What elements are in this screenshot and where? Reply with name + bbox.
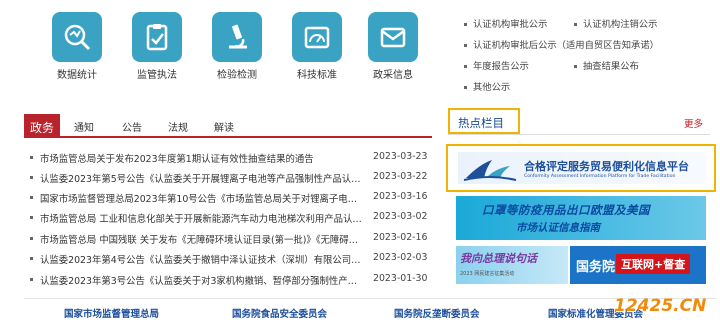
- news-tabs: 政务 通知 公告 法规 解读: [24, 114, 432, 138]
- news-item[interactable]: 认监委2023年第3号公告《认监委关于对3家机构撤销、暂停部分强制性产品认...…: [30, 273, 430, 287]
- icon-tile-supervision[interactable]: [132, 12, 182, 62]
- tab-government[interactable]: 政务: [24, 114, 61, 138]
- icon-tile-standards[interactable]: [292, 12, 342, 62]
- link-annual-report[interactable]: 年度报告公示: [464, 58, 529, 72]
- news-date: 2023-03-02: [373, 211, 428, 222]
- bullet-dot: [464, 44, 467, 47]
- news-title[interactable]: 市场监管总局 中国残联 关于发布《无障碍环境认证目录(第一批)》《无障碍环...: [40, 232, 366, 246]
- icon-tile-data-statistics[interactable]: [52, 12, 102, 62]
- bullet-dot: [30, 156, 33, 159]
- news-date: 2023-03-22: [373, 171, 428, 182]
- watermark: 12425.CN: [614, 296, 707, 316]
- platform-logo-icon: [463, 160, 517, 181]
- export-guide-banner[interactable]: 口罩等防疫用品出口欧盟及美国 市场认证信息指南: [456, 196, 706, 240]
- tab-announcement[interactable]: 公告: [122, 119, 142, 134]
- news-title[interactable]: 认监委2023年第3号公告《认监委关于对3家机构撤销、暂停部分强制性产品认...: [40, 273, 366, 287]
- icon-label-procurement[interactable]: 政采信息: [373, 66, 413, 81]
- news-date: 2023-02-16: [373, 232, 428, 243]
- icon-label-supervision[interactable]: 监管执法: [137, 66, 177, 81]
- link-spot-check[interactable]: 抽查结果公布: [574, 58, 639, 72]
- bullet-dot: [30, 216, 33, 219]
- tab-regulation[interactable]: 法规: [168, 119, 188, 134]
- bullet-dot: [464, 65, 467, 68]
- tab-notice[interactable]: 通知: [74, 119, 94, 134]
- link-label: 认证机构审批后公示（适用自贸区告知承诺）: [473, 40, 659, 51]
- news-title[interactable]: 国家市场监督管理总局2023年第10号公告《市场监管总局关于对锂离子电池等...: [40, 191, 366, 205]
- more-link[interactable]: 更多: [684, 116, 703, 130]
- news-title[interactable]: 认监委2023年第4号公告《认监委关于撤销中泽认证技术（深圳）有限公司等1...: [40, 252, 366, 266]
- link-label: 认证机构审批公示: [473, 19, 548, 30]
- bullet-dot: [574, 65, 577, 68]
- news-item[interactable]: 市场监管总局 工业和信息化部关于开展新能源汽车动力电池梯次利用产品认证... 20…: [30, 211, 430, 225]
- bullet-dot: [30, 278, 33, 281]
- link-cert-post-approval[interactable]: 认证机构审批后公示（适用自贸区告知承诺）: [464, 37, 659, 51]
- icon-label-inspection[interactable]: 检验检测: [217, 66, 257, 81]
- trade-facilitation-banner[interactable]: 合格评定服务贸易便利化信息平台 Conformity Assessment In…: [446, 144, 716, 192]
- gauge-icon: [304, 26, 330, 49]
- data-statistics-icon: [64, 24, 91, 51]
- news-item[interactable]: 国家市场监督管理总局2023年第10号公告《市场监管总局关于对锂离子电池等...…: [30, 191, 430, 205]
- tab-interpretation[interactable]: 解读: [214, 119, 234, 134]
- news-date: 2023-02-03: [373, 252, 428, 263]
- bullet-dot: [30, 196, 33, 199]
- state-council-banner[interactable]: 国务院 互联网+督查: [570, 246, 706, 284]
- bullet-dot: [464, 23, 467, 26]
- link-other[interactable]: 其他公示: [464, 79, 510, 93]
- news-item[interactable]: 市场监管总局 中国残联 关于发布《无障碍环境认证目录(第一批)》《无障碍环...…: [30, 232, 430, 246]
- news-item[interactable]: 认监委2023年第5号公告《认监委关于开展锂离子电池等产品强制性产品认证... 2…: [30, 171, 430, 185]
- news-item[interactable]: 认监委2023年第4号公告《认监委关于撤销中泽认证技术（深圳）有限公司等1...…: [30, 252, 430, 266]
- news-date: 2023-01-30: [373, 273, 428, 284]
- clipboard-check-icon: [146, 24, 168, 51]
- divider: [448, 134, 710, 135]
- link-cert-cancel[interactable]: 认证机构注销公示: [574, 16, 657, 30]
- footer-link-antimonopoly[interactable]: 国务院反垄断委员会: [394, 306, 480, 320]
- bullet-dot: [30, 237, 33, 240]
- footer-link-samr[interactable]: 国家市场监督管理总局: [64, 306, 159, 320]
- news-item[interactable]: 市场监管总局关于发布2023年度第1期认证有效性抽查结果的通告 2023-03-2…: [30, 151, 430, 165]
- news-date: 2023-03-23: [373, 151, 428, 162]
- banner-badge: 互联网+督查: [616, 254, 691, 274]
- icon-tile-procurement[interactable]: [368, 12, 418, 62]
- banner-background: 合格评定服务贸易便利化信息平台 Conformity Assessment In…: [458, 152, 706, 184]
- icon-label-standards[interactable]: 科技标准: [297, 66, 337, 81]
- banner-subtitle: 2023 网民建言征集活动: [460, 271, 515, 277]
- link-label: 认证机构注销公示: [583, 19, 658, 30]
- microscope-icon: [229, 24, 247, 49]
- premier-message-banner[interactable]: 我向总理说句话 2023 网民建言征集活动: [456, 246, 568, 284]
- news-title[interactable]: 认监委2023年第5号公告《认监委关于开展锂离子电池等产品强制性产品认证...: [40, 171, 366, 185]
- banner-subtitle: 市场认证信息指南: [516, 222, 600, 234]
- bullet-dot: [464, 86, 467, 89]
- icon-tile-inspection[interactable]: [212, 12, 262, 62]
- news-date: 2023-03-16: [373, 191, 428, 202]
- footer-link-food-safety[interactable]: 国务院食品安全委员会: [232, 306, 327, 320]
- banner-subtitle: Conformity Assessment Information Platfo…: [524, 174, 676, 179]
- link-label: 抽查结果公布: [583, 61, 639, 72]
- banner-title: 合格评定服务贸易便利化信息平台: [524, 160, 689, 173]
- news-title[interactable]: 市场监管总局 工业和信息化部关于开展新能源汽车动力电池梯次利用产品认证...: [40, 211, 366, 225]
- banner-title: 国务院: [576, 260, 616, 275]
- hot-column-title: 热点栏目: [448, 108, 520, 134]
- bullet-dot: [30, 176, 33, 179]
- banner-title: 我向总理说句话: [460, 252, 537, 265]
- link-label: 其他公示: [473, 82, 511, 93]
- banner-title: 口罩等防疫用品出口欧盟及美国: [482, 203, 650, 217]
- link-label: 年度报告公示: [473, 61, 529, 72]
- bullet-dot: [30, 257, 33, 260]
- icon-label-data-statistics[interactable]: 数据统计: [57, 66, 97, 81]
- envelope-icon: [380, 27, 406, 48]
- bullet-dot: [574, 23, 577, 26]
- divider: [24, 298, 716, 299]
- link-cert-approval[interactable]: 认证机构审批公示: [464, 16, 547, 30]
- news-title[interactable]: 市场监管总局关于发布2023年度第1期认证有效性抽查结果的通告: [40, 151, 366, 165]
